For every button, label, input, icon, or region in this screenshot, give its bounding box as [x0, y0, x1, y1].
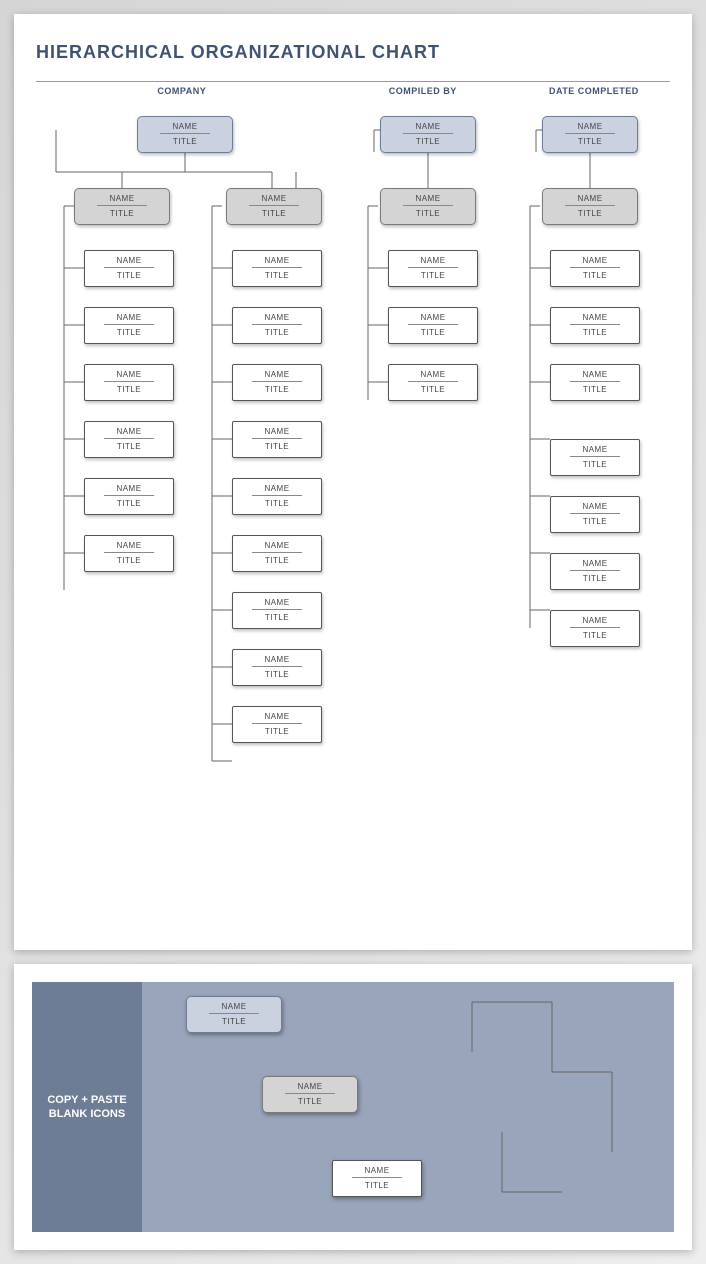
palette-node-leaf[interactable]: NAMETITLE [332, 1160, 422, 1197]
header-date: DATE COMPLETED [518, 86, 670, 96]
palette-node-manager[interactable]: NAMETITLE [262, 1076, 358, 1113]
org-node-leaf[interactable]: NAMETITLE [84, 364, 174, 401]
node-name: NAME [142, 122, 228, 131]
org-node-leaf[interactable]: NAMETITLE [232, 364, 322, 401]
org-node-leaf[interactable]: NAMETITLE [550, 439, 640, 476]
org-node-leaf[interactable]: NAMETITLE [388, 364, 478, 401]
org-node-leaf[interactable]: NAMETITLE [550, 250, 640, 287]
org-node-leaf[interactable]: NAMETITLE [232, 649, 322, 686]
palette-page: COPY + PASTE BLANK ICONS NAMETITLE NAMET… [14, 964, 692, 1250]
org-chart-page: HIERARCHICAL ORGANIZATIONAL CHART COMPAN… [14, 14, 692, 950]
node-title: TITLE [142, 137, 228, 146]
org-node-leaf[interactable]: NAMETITLE [550, 610, 640, 647]
palette-label: COPY + PASTE BLANK ICONS [32, 982, 142, 1232]
header-company: COMPANY [36, 86, 328, 96]
org-node-leaf[interactable]: NAMETITLE [550, 496, 640, 533]
org-node-leaf[interactable]: NAMETITLE [84, 421, 174, 458]
org-node-leaf[interactable]: NAMETITLE [84, 250, 174, 287]
palette-node-top[interactable]: NAMETITLE [186, 996, 282, 1033]
org-node-leaf[interactable]: NAMETITLE [388, 307, 478, 344]
org-node-leaf[interactable]: NAMETITLE [550, 364, 640, 401]
org-node-top[interactable]: NAMETITLE [380, 116, 476, 153]
org-node-manager[interactable]: NAMETITLE [380, 188, 476, 225]
org-node-leaf[interactable]: NAMETITLE [232, 307, 322, 344]
org-node-leaf[interactable]: NAMETITLE [232, 421, 322, 458]
header-row: COMPANY COMPILED BY DATE COMPLETED [36, 81, 670, 96]
page-title: HIERARCHICAL ORGANIZATIONAL CHART [36, 42, 670, 63]
org-node-top[interactable]: NAMETITLE [542, 116, 638, 153]
org-node-leaf[interactable]: NAMETITLE [232, 250, 322, 287]
org-node-manager[interactable]: NAMETITLE [74, 188, 170, 225]
org-node-top[interactable]: NAME TITLE [137, 116, 233, 153]
org-node-leaf[interactable]: NAMETITLE [84, 535, 174, 572]
org-node-manager[interactable]: NAMETITLE [542, 188, 638, 225]
palette-canvas: NAMETITLE NAMETITLE NAMETITLE [142, 982, 674, 1232]
org-node-leaf[interactable]: NAMETITLE [232, 592, 322, 629]
org-node-leaf[interactable]: NAMETITLE [84, 307, 174, 344]
org-node-leaf[interactable]: NAMETITLE [388, 250, 478, 287]
org-node-leaf[interactable]: NAMETITLE [232, 535, 322, 572]
org-node-leaf[interactable]: NAMETITLE [232, 478, 322, 515]
org-node-leaf[interactable]: NAMETITLE [550, 307, 640, 344]
org-node-manager[interactable]: NAMETITLE [226, 188, 322, 225]
org-chart-canvas: NAME TITLE NAMETITLE NAMETITLE NAMETITLE… [36, 110, 670, 910]
header-compiled: COMPILED BY [328, 86, 518, 96]
org-node-leaf[interactable]: NAMETITLE [550, 553, 640, 590]
org-node-leaf[interactable]: NAMETITLE [232, 706, 322, 743]
blank-icons-palette: COPY + PASTE BLANK ICONS NAMETITLE NAMET… [32, 982, 674, 1232]
org-node-leaf[interactable]: NAMETITLE [84, 478, 174, 515]
